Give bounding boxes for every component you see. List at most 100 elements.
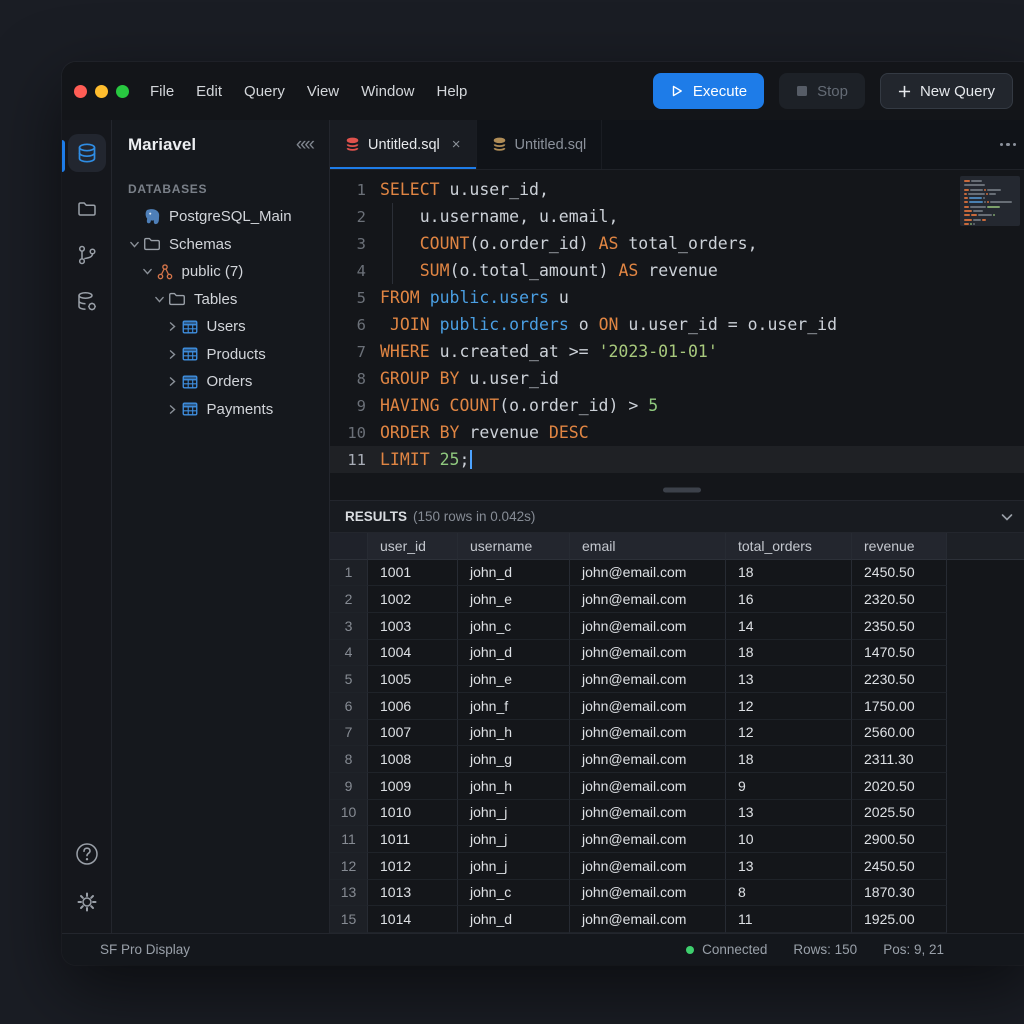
data-cell[interactable]: 8 [726,880,852,907]
data-cell[interactable]: 12 [726,693,852,720]
editor-line-9[interactable]: 9HAVING COUNT(o.order_id) > 5 [330,392,1024,419]
data-cell[interactable]: 18 [726,640,852,667]
menu-item-query[interactable]: Query [233,83,296,100]
data-cell[interactable]: john_f [458,693,570,720]
data-cell[interactable]: 1014 [368,906,458,933]
result-row[interactable]: 111011john_jjohn@email.com102900.50 [330,826,1024,853]
editor-line-10[interactable]: 10ORDER BY revenue DESC [330,419,1024,446]
row-number-cell[interactable]: 6 [330,693,368,720]
data-cell[interactable]: john_e [458,586,570,613]
data-cell[interactable]: john_d [458,906,570,933]
data-cell[interactable]: john_d [458,640,570,667]
chevron-right-icon[interactable] [165,320,180,333]
data-cell[interactable]: john@email.com [570,746,726,773]
result-row[interactable]: 91009john_hjohn@email.com92020.50 [330,773,1024,800]
chevron-down-icon[interactable] [127,238,142,251]
data-cell[interactable]: 2560.00 [852,720,947,747]
tree-item-users[interactable]: Users [112,313,329,341]
data-cell[interactable]: 1012 [368,853,458,880]
data-cell[interactable]: 2350.50 [852,613,947,640]
column-header-total_orders[interactable]: total_orders [726,533,852,560]
close-window-button[interactable] [74,85,87,98]
data-cell[interactable]: 1013 [368,880,458,907]
data-cell[interactable]: 18 [726,746,852,773]
data-cell[interactable]: 2311.30 [852,746,947,773]
column-header-user_id[interactable]: user_id [368,533,458,560]
data-cell[interactable]: john@email.com [570,800,726,827]
tree-item-payments[interactable]: Payments [112,396,329,424]
editor-line-6[interactable]: 6 JOIN public.orders o ON u.user_id = o.… [330,311,1024,338]
tree-item-tables[interactable]: Tables [112,286,329,314]
row-number-cell[interactable]: 5 [330,666,368,693]
tree-item-schemas[interactable]: Schemas [112,231,329,259]
data-cell[interactable]: 1010 [368,800,458,827]
data-cell[interactable]: 14 [726,613,852,640]
result-row[interactable]: 81008john_gjohn@email.com182311.30 [330,746,1024,773]
chevron-right-icon[interactable] [165,375,180,388]
rail-item-databases[interactable] [68,134,106,172]
data-cell[interactable]: john_j [458,853,570,880]
data-cell[interactable]: john_c [458,880,570,907]
row-number-cell[interactable]: 8 [330,746,368,773]
row-number-cell[interactable]: 4 [330,640,368,667]
column-header-revenue[interactable]: revenue [852,533,947,560]
menu-item-window[interactable]: Window [350,83,425,100]
result-row[interactable]: 121012john_jjohn@email.com132450.50 [330,853,1024,880]
editor-line-1[interactable]: 1SELECT u.user_id, [330,176,1024,203]
tab-untitled-sql[interactable]: Untitled.sql× [330,120,477,169]
data-cell[interactable]: john@email.com [570,720,726,747]
row-number-cell[interactable]: 13 [330,880,368,907]
data-cell[interactable]: john@email.com [570,560,726,587]
result-row[interactable]: 71007john_hjohn@email.com122560.00 [330,720,1024,747]
menu-item-edit[interactable]: Edit [185,83,233,100]
chevron-right-icon[interactable] [165,403,180,416]
data-cell[interactable]: 13 [726,666,852,693]
rail-item-branches[interactable] [68,244,106,266]
data-cell[interactable]: 12 [726,720,852,747]
tab-overflow-menu-icon[interactable] [1000,143,1024,147]
row-number-cell[interactable]: 1 [330,560,368,587]
data-cell[interactable]: 1002 [368,586,458,613]
data-cell[interactable]: john_e [458,666,570,693]
data-cell[interactable]: john_h [458,773,570,800]
close-tab-icon[interactable]: × [452,136,461,153]
menu-item-file[interactable]: File [139,83,185,100]
result-row[interactable]: 151014john_djohn@email.com111925.00 [330,906,1024,933]
row-number-cell[interactable]: 11 [330,826,368,853]
data-cell[interactable]: 2900.50 [852,826,947,853]
result-row[interactable]: 21002john_ejohn@email.com162320.50 [330,586,1024,613]
row-number-cell[interactable]: 3 [330,613,368,640]
result-row[interactable]: 31003john_cjohn@email.com142350.50 [330,613,1024,640]
menu-item-view[interactable]: View [296,83,350,100]
data-cell[interactable]: john_h [458,720,570,747]
data-cell[interactable]: john@email.com [570,826,726,853]
stop-button[interactable]: Stop [779,73,865,109]
data-cell[interactable]: 1001 [368,560,458,587]
rail-item-settings[interactable] [68,889,106,915]
editor-line-2[interactable]: 2 u.username, u.email, [330,203,1024,230]
data-cell[interactable]: john@email.com [570,640,726,667]
row-number-cell[interactable]: 2 [330,586,368,613]
editor-line-7[interactable]: 7WHERE u.created_at >= '2023-01-01' [330,338,1024,365]
data-cell[interactable]: 1470.50 [852,640,947,667]
editor-line-3[interactable]: 3 COUNT(o.order_id) AS total_orders, [330,230,1024,257]
row-number-cell[interactable]: 12 [330,853,368,880]
data-cell[interactable]: 11 [726,906,852,933]
data-cell[interactable]: john@email.com [570,906,726,933]
data-cell[interactable]: 10 [726,826,852,853]
data-cell[interactable]: 9 [726,773,852,800]
result-row[interactable]: 131013john_cjohn@email.com81870.30 [330,880,1024,907]
data-cell[interactable]: 16 [726,586,852,613]
splitter-handle[interactable] [663,488,701,493]
row-number-cell[interactable]: 10 [330,800,368,827]
collapse-sidebar-icon[interactable]: «« [296,134,313,156]
rail-item-files[interactable] [68,198,106,220]
chevron-right-icon[interactable] [165,348,180,361]
data-cell[interactable]: john_d [458,560,570,587]
column-header-email[interactable]: email [570,533,726,560]
tree-item-orders[interactable]: Orders [112,368,329,396]
menu-item-help[interactable]: Help [426,83,479,100]
rail-item-help[interactable] [68,841,106,867]
data-cell[interactable]: 2450.50 [852,853,947,880]
data-cell[interactable]: john_j [458,826,570,853]
